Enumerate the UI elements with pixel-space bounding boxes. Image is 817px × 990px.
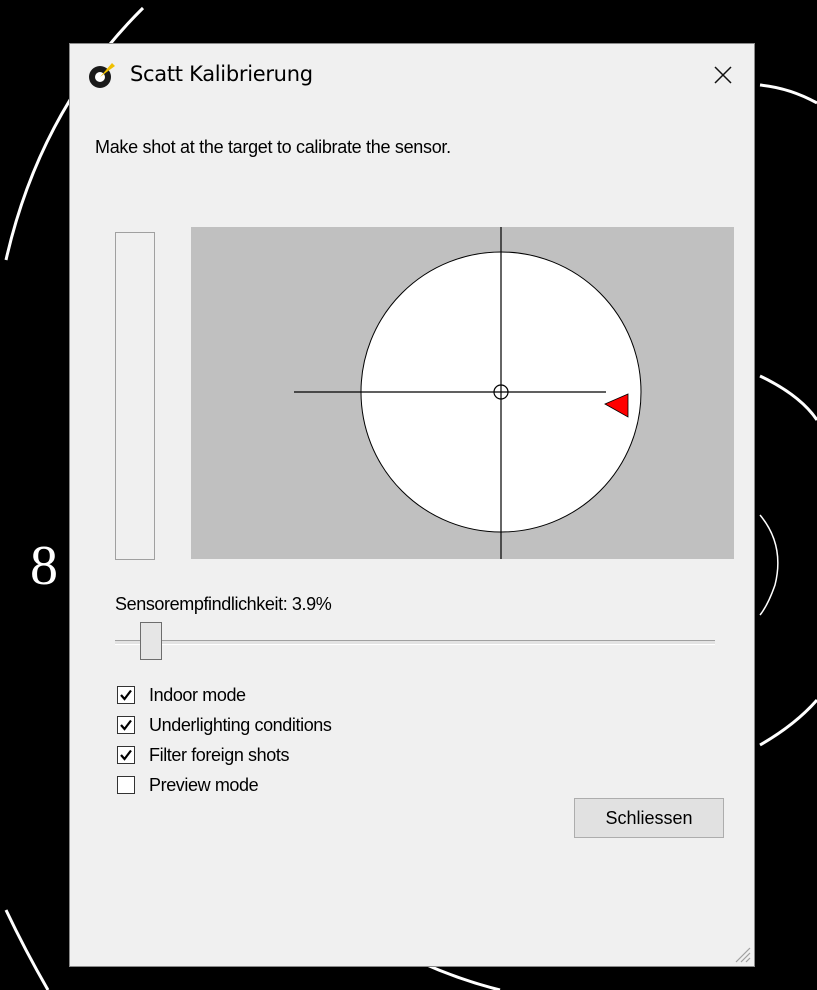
instruction-text: Make shot at the target to calibrate the…: [95, 137, 451, 157]
close-button[interactable]: Schliessen: [574, 798, 724, 838]
sensitivity-slider-thumb[interactable]: [140, 622, 162, 660]
option-filter-foreign-shots[interactable]: Filter foreign shots: [117, 742, 289, 768]
check-icon: [120, 749, 132, 761]
underlighting-label: Underlighting conditions: [149, 714, 332, 735]
sensitivity-label: Sensorempfindlichkeit: 3.9%: [115, 594, 332, 614]
filter-foreign-shots-label: Filter foreign shots: [149, 744, 290, 765]
preview-mode-checkbox[interactable]: [117, 776, 135, 794]
check-icon: [120, 719, 132, 731]
filter-foreign-shots-checkbox[interactable]: [117, 746, 135, 764]
preview-mode-label: Preview mode: [149, 774, 259, 795]
close-icon[interactable]: [692, 44, 754, 106]
dialog-title: Scatt Kalibrierung: [130, 62, 313, 86]
calibration-dialog: Scatt Kalibrierung Make shot at the targ…: [69, 43, 755, 967]
option-indoor-mode[interactable]: Indoor mode: [117, 682, 246, 708]
check-icon: [120, 689, 132, 701]
signal-level-meter: [115, 232, 155, 560]
sensitivity-slider-track[interactable]: [115, 640, 715, 645]
indoor-mode-label: Indoor mode: [149, 684, 246, 705]
title-bar[interactable]: Scatt Kalibrierung: [70, 44, 754, 106]
resize-grip-icon[interactable]: [730, 942, 752, 964]
background-ring-number: 8: [30, 535, 58, 597]
app-logo-icon: [89, 63, 115, 88]
indoor-mode-checkbox[interactable]: [117, 686, 135, 704]
option-preview-mode[interactable]: Preview mode: [117, 772, 259, 798]
option-underlighting[interactable]: Underlighting conditions: [117, 712, 332, 738]
underlighting-checkbox[interactable]: [117, 716, 135, 734]
calibration-target-panel: [191, 227, 734, 559]
